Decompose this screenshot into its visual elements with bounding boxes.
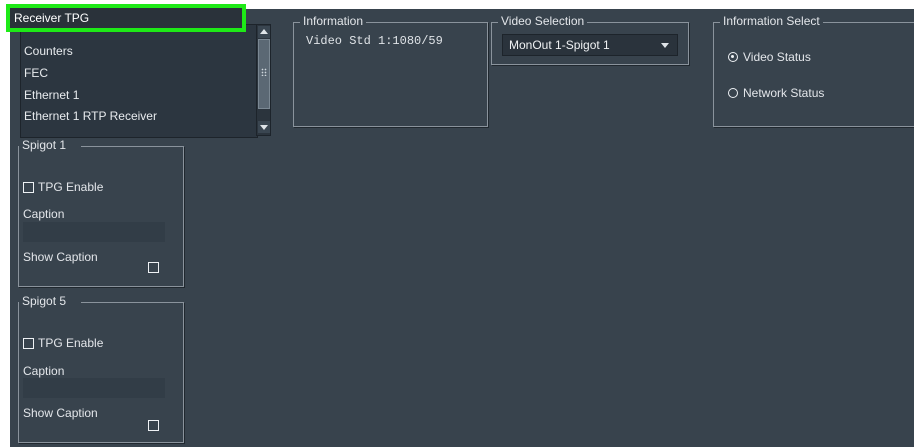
radio-selected-icon [728, 52, 738, 62]
tpg-enable-checkbox[interactable]: TPG Enable [23, 180, 133, 196]
tpg-config-panel: Receiver TPG Counters FEC Ethernet 1 Eth… [6, 4, 914, 447]
scroll-up-button[interactable] [258, 26, 270, 38]
checkbox-icon [23, 338, 34, 349]
information-select-group: Information Select Video Status Network … [713, 14, 914, 127]
show-caption-checkbox[interactable] [148, 262, 159, 273]
list-item-ethernet-1-rtp-receiver[interactable]: Ethernet 1 RTP Receiver [24, 107, 157, 125]
radio-network-status[interactable]: Network Status [728, 85, 858, 101]
show-caption-checkbox[interactable] [148, 420, 159, 431]
radio-label: Video Status [743, 50, 811, 64]
grip-icon [261, 68, 267, 76]
radio-unselected-icon [728, 88, 738, 98]
caption-label: Caption [23, 364, 65, 378]
chevron-down-icon [661, 43, 669, 48]
checkbox-label: TPG Enable [38, 180, 104, 194]
group-border [81, 146, 183, 147]
list-item-label: Counters [24, 44, 73, 58]
group-title: Information [300, 14, 367, 28]
group-title: Spigot 1 [19, 138, 70, 152]
radio-label: Network Status [743, 86, 825, 100]
caption-input[interactable] [23, 378, 165, 398]
radio-video-status[interactable]: Video Status [728, 49, 848, 65]
show-caption-label: Show Caption [23, 406, 98, 420]
list-item-ethernet-1[interactable]: Ethernet 1 [24, 86, 79, 104]
checkbox-icon [23, 182, 34, 193]
group-title: Spigot 5 [19, 294, 70, 308]
video-selection-group: Video Selection MonOut 1-Spigot 1 [491, 14, 689, 65]
list-item-fec[interactable]: FEC [24, 64, 48, 82]
chevron-up-icon [260, 29, 268, 34]
caption-label: Caption [23, 207, 65, 221]
list-item-label: FEC [24, 66, 48, 80]
list-scrollbar[interactable] [256, 24, 271, 136]
spigot-1-group: Spigot 1 TPG Enable Caption Show Caption [18, 138, 184, 287]
scroll-thumb[interactable] [258, 39, 270, 109]
information-group: Information Video Std 1:1080/59 [293, 14, 488, 127]
group-title: Information Select [720, 14, 823, 28]
checkbox-label: TPG Enable [38, 336, 104, 350]
chevron-down-icon [260, 125, 268, 130]
tpg-enable-checkbox[interactable]: TPG Enable [23, 336, 133, 352]
video-selection-dropdown[interactable]: MonOut 1-Spigot 1 [502, 34, 678, 56]
dropdown-value: MonOut 1-Spigot 1 [509, 38, 610, 52]
list-item-receiver-tpg[interactable]: Receiver TPG [6, 4, 246, 32]
caption-input[interactable] [23, 222, 165, 242]
spigot-5-group: Spigot 5 TPG Enable Caption Show Caption [18, 294, 184, 443]
list-item-counters[interactable]: Counters [24, 42, 73, 60]
show-caption-label: Show Caption [23, 250, 98, 264]
information-text: Video Std 1:1080/59 [306, 34, 443, 48]
group-title: Video Selection [498, 14, 588, 28]
scroll-down-button[interactable] [258, 121, 270, 133]
group-border [81, 302, 183, 303]
list-item-label: Ethernet 1 RTP Receiver [24, 109, 157, 123]
list-item-label: Receiver TPG [14, 11, 90, 25]
list-item-label: Ethernet 1 [24, 88, 80, 102]
